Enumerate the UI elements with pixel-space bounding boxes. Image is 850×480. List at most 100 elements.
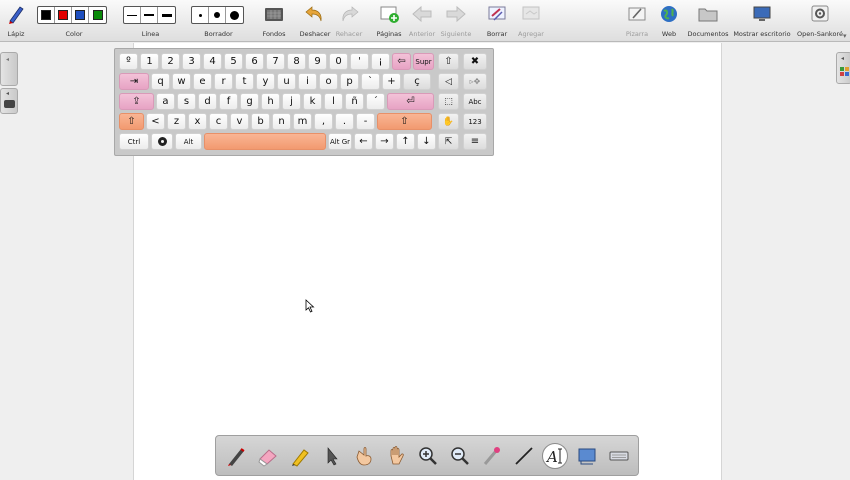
color-green[interactable] bbox=[89, 7, 106, 23]
key-char[interactable]: s bbox=[177, 93, 196, 110]
key-char[interactable]: 4 bbox=[203, 53, 222, 70]
right-library-tab[interactable]: ◂ bbox=[836, 52, 850, 84]
key-char[interactable]: x bbox=[188, 113, 207, 130]
key-char[interactable]: < bbox=[146, 113, 165, 130]
keyboard-pointer-select[interactable]: ⇱ bbox=[438, 133, 459, 150]
key-char[interactable]: g bbox=[240, 93, 259, 110]
key-ctrl[interactable]: Ctrl bbox=[119, 133, 149, 150]
key-char[interactable]: 0 bbox=[329, 53, 348, 70]
color-red[interactable] bbox=[55, 7, 72, 23]
key-arrow-up[interactable]: ↑ bbox=[396, 133, 415, 150]
key-char[interactable]: m bbox=[293, 113, 312, 130]
key-char[interactable]: h bbox=[261, 93, 280, 110]
key-char[interactable]: 3 bbox=[182, 53, 201, 70]
backgrounds-button[interactable]: Fondos bbox=[258, 2, 290, 40]
clear-button[interactable]: Borrar bbox=[482, 2, 512, 40]
key-delete[interactable]: Supr bbox=[413, 53, 434, 70]
key-char[interactable]: c bbox=[209, 113, 228, 130]
eraser-large[interactable] bbox=[226, 7, 243, 23]
key-char[interactable]: i bbox=[298, 73, 317, 90]
board-button[interactable]: Pizarra bbox=[622, 2, 652, 40]
key-char[interactable]: 1 bbox=[140, 53, 159, 70]
color-blue[interactable] bbox=[72, 7, 89, 23]
key-backspace[interactable]: ⇦ bbox=[392, 53, 411, 70]
key-char[interactable]: o bbox=[319, 73, 338, 90]
key-char[interactable]: ç bbox=[403, 73, 431, 90]
key-char[interactable]: + bbox=[382, 73, 401, 90]
keyboard-move-handle[interactable]: ▹✥ bbox=[463, 73, 487, 90]
key-char[interactable]: 9 bbox=[308, 53, 327, 70]
web-button[interactable]: Web bbox=[655, 2, 683, 40]
hand-tool[interactable] bbox=[383, 443, 409, 469]
key-char[interactable]: a bbox=[156, 93, 175, 110]
line-tool[interactable] bbox=[511, 443, 537, 469]
text-tool[interactable]: A bbox=[542, 443, 568, 469]
key-char[interactable]: k bbox=[303, 93, 322, 110]
keyboard-select-mode[interactable]: ⬚ bbox=[438, 93, 459, 110]
key-space[interactable] bbox=[204, 133, 326, 150]
eraser-small[interactable] bbox=[192, 7, 209, 23]
key-char[interactable]: b bbox=[251, 113, 270, 130]
key-char[interactable]: f bbox=[219, 93, 238, 110]
key-enter[interactable]: ⏎ bbox=[387, 93, 434, 110]
left-library-tab[interactable]: ◂ bbox=[0, 52, 18, 86]
key-arrow-left[interactable]: ← bbox=[354, 133, 373, 150]
next-button[interactable]: Siguiente bbox=[440, 2, 472, 40]
key-alt[interactable]: Alt bbox=[175, 133, 202, 150]
capture-tool[interactable] bbox=[574, 443, 600, 469]
line-thick[interactable] bbox=[158, 7, 175, 23]
key-arrow-right[interactable]: → bbox=[375, 133, 394, 150]
key-shift[interactable]: ⇧ bbox=[377, 113, 432, 130]
line-medium[interactable] bbox=[141, 7, 158, 23]
eraser-tool[interactable] bbox=[255, 443, 281, 469]
key-char[interactable]: l bbox=[324, 93, 343, 110]
previous-button[interactable]: Anterior bbox=[406, 2, 438, 40]
key-char[interactable]: u bbox=[277, 73, 296, 90]
key-char[interactable]: ` bbox=[361, 73, 380, 90]
keyboard-pointer-mode[interactable]: ⇧ bbox=[438, 53, 459, 70]
key-alt-gr[interactable]: Alt Gr bbox=[328, 133, 352, 150]
key-char[interactable]: ¡ bbox=[371, 53, 390, 70]
keyboard-menu-button[interactable]: ≡ bbox=[463, 133, 487, 150]
redo-button[interactable]: Rehacer bbox=[334, 2, 364, 40]
key-char[interactable]: r bbox=[214, 73, 233, 90]
left-pages-tab[interactable]: ◂ bbox=[0, 88, 18, 114]
key-shift[interactable]: ⇧ bbox=[119, 113, 144, 130]
eraser-medium[interactable] bbox=[209, 7, 226, 23]
show-desktop-button[interactable]: Mostrar escritorio bbox=[733, 2, 791, 40]
keyboard-abc-layout[interactable]: Abc bbox=[463, 93, 487, 110]
key-char[interactable]: . bbox=[335, 113, 354, 130]
key-super[interactable] bbox=[151, 133, 173, 150]
key-char[interactable]: j bbox=[282, 93, 301, 110]
key-char[interactable]: z bbox=[167, 113, 186, 130]
keyboard-numeric-layout[interactable]: 123 bbox=[463, 113, 487, 130]
chevron-down-icon[interactable]: ▾ bbox=[843, 32, 847, 40]
key-arrow-down[interactable]: ↓ bbox=[417, 133, 436, 150]
keyboard-close-button[interactable]: ✖ bbox=[463, 53, 487, 70]
documents-button[interactable]: Documentos bbox=[686, 2, 730, 40]
zoom-in-tool[interactable] bbox=[415, 443, 441, 469]
key-char[interactable]: 7 bbox=[266, 53, 285, 70]
key-char[interactable]: ´ bbox=[366, 93, 385, 110]
zoom-out-tool[interactable] bbox=[447, 443, 473, 469]
key-char[interactable]: - bbox=[356, 113, 375, 130]
add-button[interactable]: Agregar bbox=[514, 2, 548, 40]
sankore-menu-button[interactable]: Open-Sankoré bbox=[795, 2, 845, 40]
key-char[interactable]: 2 bbox=[161, 53, 180, 70]
pages-button[interactable]: Páginas bbox=[374, 2, 404, 40]
key-char[interactable]: , bbox=[314, 113, 333, 130]
key-char[interactable]: y bbox=[256, 73, 275, 90]
key-char[interactable]: t bbox=[235, 73, 254, 90]
line-thin[interactable] bbox=[124, 7, 141, 23]
key-char[interactable]: ' bbox=[350, 53, 369, 70]
key-char[interactable]: p bbox=[340, 73, 359, 90]
pen-button[interactable]: Lápiz bbox=[3, 2, 29, 40]
key-char[interactable]: 8 bbox=[287, 53, 306, 70]
key-caps-lock[interactable]: ⇪ bbox=[119, 93, 154, 110]
interact-tool[interactable] bbox=[351, 443, 377, 469]
key-char[interactable]: d bbox=[198, 93, 217, 110]
key-char[interactable]: v bbox=[230, 113, 249, 130]
laser-pointer-tool[interactable] bbox=[479, 443, 505, 469]
color-black[interactable] bbox=[38, 7, 55, 23]
key-char[interactable]: w bbox=[172, 73, 191, 90]
